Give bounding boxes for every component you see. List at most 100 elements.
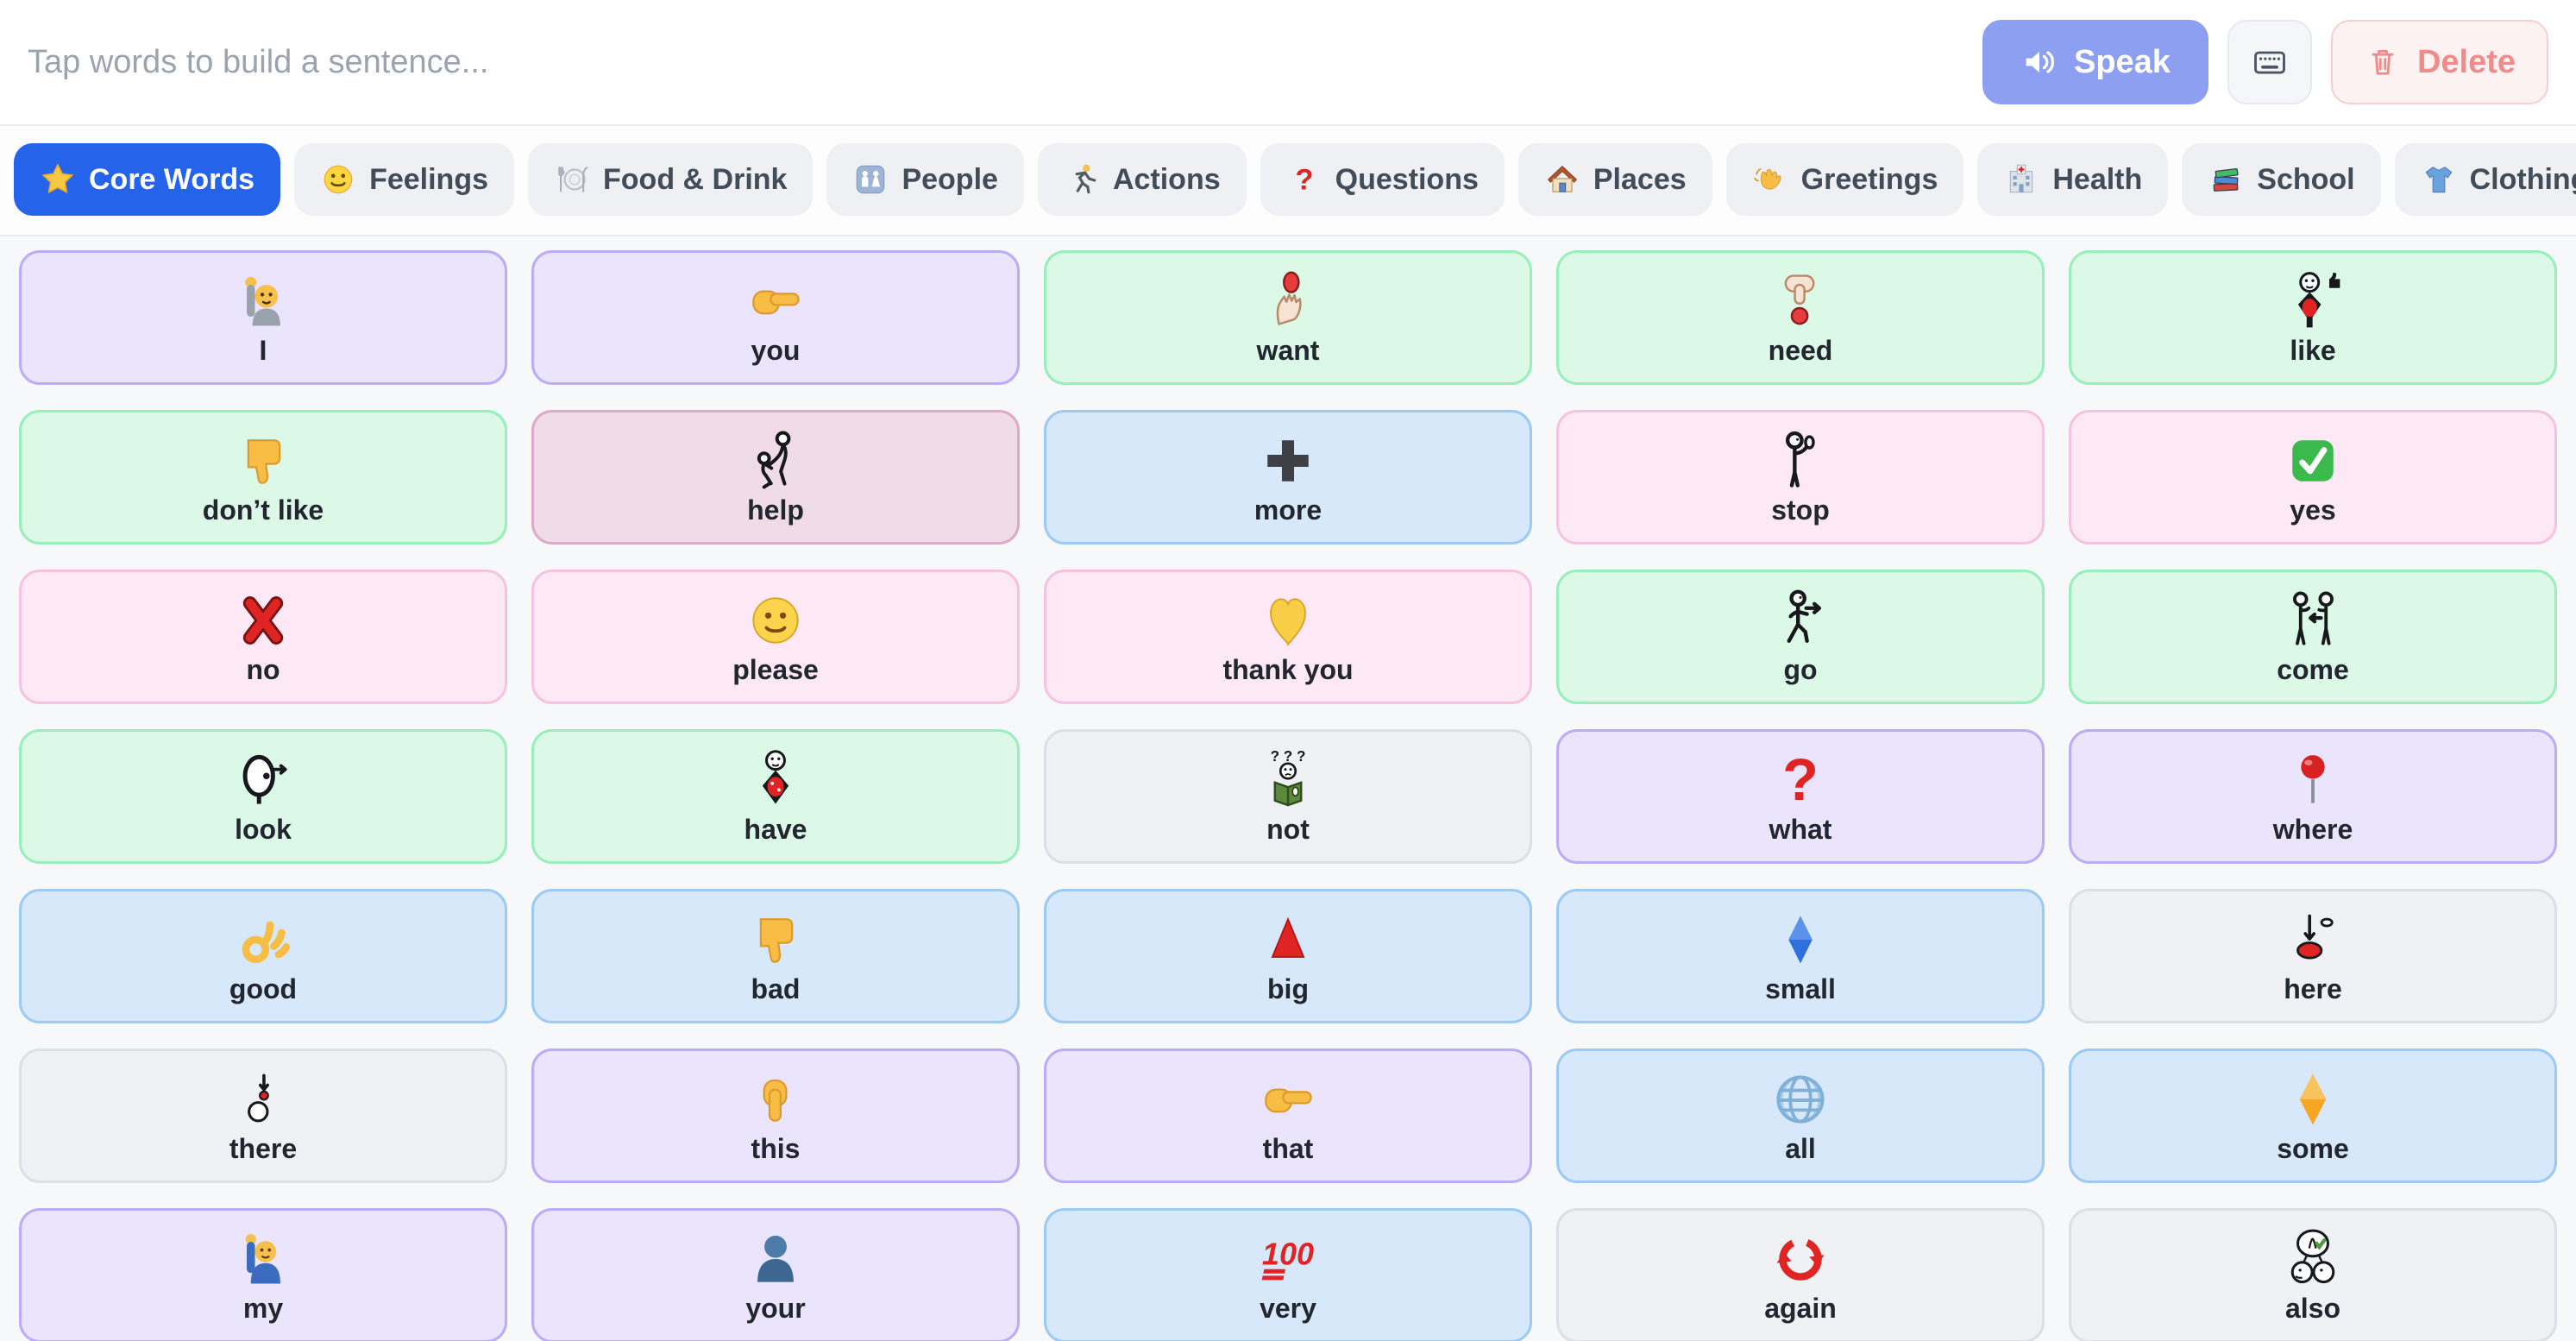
svg-text:?: ? bbox=[1295, 164, 1313, 197]
word-tile-go[interactable]: go bbox=[1556, 570, 2045, 704]
word-tile-not[interactable]: ? ? ? not bbox=[1044, 729, 1532, 864]
figure-have-icon bbox=[743, 747, 808, 813]
hand-reaching-icon bbox=[1255, 268, 1321, 334]
hospital-icon bbox=[2003, 161, 2039, 198]
tab-label: Clothing bbox=[2470, 163, 2576, 197]
word-tile-you[interactable]: you bbox=[531, 250, 1020, 385]
tab-actions[interactable]: Actions bbox=[1038, 143, 1247, 216]
word-label: thank you bbox=[1222, 655, 1353, 685]
word-label: not bbox=[1266, 815, 1310, 845]
word-tile-that[interactable]: that bbox=[1044, 1048, 1532, 1183]
eye-arrow-icon bbox=[230, 747, 296, 813]
tab-label: Places bbox=[1593, 163, 1687, 197]
sentence-input[interactable] bbox=[28, 44, 1963, 81]
word-tile-need[interactable]: need bbox=[1556, 250, 2045, 385]
pointing-right-icon bbox=[743, 268, 808, 334]
keyboard-icon bbox=[2251, 43, 2289, 81]
word-label: please bbox=[732, 655, 819, 685]
word-tile-more[interactable]: more bbox=[1044, 410, 1532, 545]
speaker-icon bbox=[2020, 43, 2058, 81]
tab-school[interactable]: School bbox=[2182, 143, 2380, 216]
word-tile-i[interactable]: I bbox=[19, 250, 507, 385]
arrow-to-spot-icon bbox=[2280, 907, 2346, 973]
tab-questions[interactable]: ? Questions bbox=[1260, 143, 1505, 216]
tab-label: Questions bbox=[1335, 163, 1479, 197]
tab-label: Greetings bbox=[1801, 163, 1938, 197]
pointing-down-icon bbox=[743, 1067, 808, 1132]
house-icon bbox=[1544, 161, 1580, 198]
word-tile-thank-you[interactable]: thank you bbox=[1044, 570, 1532, 704]
tab-label: Core Words bbox=[89, 163, 254, 197]
hand-point-dot-icon bbox=[1768, 268, 1833, 334]
tab-clothing[interactable]: Clothing bbox=[2395, 143, 2576, 216]
round-pushpin-icon bbox=[2280, 747, 2346, 813]
word-tile-like[interactable]: like bbox=[2069, 250, 2557, 385]
word-label: have bbox=[745, 815, 807, 845]
category-tabs: Core Words Feelings Food & Drink People … bbox=[0, 126, 2576, 236]
word-tile-also[interactable]: also bbox=[2069, 1208, 2557, 1341]
word-tile-this[interactable]: this bbox=[531, 1048, 1020, 1183]
word-label: go bbox=[1783, 655, 1817, 685]
word-tile-your[interactable]: your bbox=[531, 1208, 1020, 1341]
question-mark-icon: ? bbox=[1286, 161, 1323, 198]
tab-feelings[interactable]: Feelings bbox=[294, 143, 514, 216]
word-tile-what[interactable]: ? what bbox=[1556, 729, 2045, 864]
word-tile-my[interactable]: my bbox=[19, 1208, 507, 1341]
cross-mark-icon bbox=[230, 588, 296, 653]
figure-go-icon bbox=[1768, 588, 1833, 653]
globe-icon bbox=[1768, 1067, 1833, 1132]
word-label: where bbox=[2273, 815, 2353, 845]
thumbs-down-icon bbox=[743, 907, 808, 973]
word-tile-there[interactable]: there bbox=[19, 1048, 507, 1183]
tab-label: Actions bbox=[1113, 163, 1221, 197]
word-tile-some[interactable]: some bbox=[2069, 1048, 2557, 1183]
word-tile-please[interactable]: please bbox=[531, 570, 1020, 704]
word-tile-all[interactable]: all bbox=[1556, 1048, 2045, 1183]
word-tile-where[interactable]: where bbox=[2069, 729, 2557, 864]
word-tile-help[interactable]: help bbox=[531, 410, 1020, 545]
word-label: what bbox=[1769, 815, 1832, 845]
word-tile-very[interactable]: 100 very bbox=[1044, 1208, 1532, 1341]
waving-hand-icon bbox=[1752, 161, 1788, 198]
tab-places[interactable]: Places bbox=[1518, 143, 1712, 216]
check-mark-icon bbox=[2280, 428, 2346, 494]
word-tile-stop[interactable]: stop bbox=[1556, 410, 2045, 545]
word-tile-come[interactable]: come bbox=[2069, 570, 2557, 704]
word-label: come bbox=[2277, 655, 2349, 685]
svg-text:?: ? bbox=[1782, 747, 1819, 813]
word-label: very bbox=[1260, 1294, 1316, 1324]
sentence-toolbar: Speak Delete bbox=[0, 0, 2576, 126]
word-tile-here[interactable]: here bbox=[2069, 889, 2557, 1023]
star-icon bbox=[40, 161, 76, 198]
word-label: I bbox=[260, 336, 267, 366]
word-tile-bad[interactable]: bad bbox=[531, 889, 1020, 1023]
word-tile-again[interactable]: again bbox=[1556, 1208, 2045, 1341]
tab-label: Food & Drink bbox=[603, 163, 787, 197]
tab-core-words[interactable]: Core Words bbox=[14, 143, 280, 216]
tab-greetings[interactable]: Greetings bbox=[1726, 143, 1964, 216]
word-label: help bbox=[747, 495, 804, 526]
word-tile-small[interactable]: small bbox=[1556, 889, 2045, 1023]
word-tile-don-t-like[interactable]: don’t like bbox=[19, 410, 507, 545]
speak-button[interactable]: Speak bbox=[1982, 20, 2208, 104]
tab-food-drink[interactable]: Food & Drink bbox=[528, 143, 813, 216]
word-tile-look[interactable]: look bbox=[19, 729, 507, 864]
delete-button[interactable]: Delete bbox=[2331, 20, 2548, 104]
word-label: here bbox=[2284, 974, 2342, 1004]
word-tile-want[interactable]: want bbox=[1044, 250, 1532, 385]
word-tile-have[interactable]: have bbox=[531, 729, 1020, 864]
tab-people[interactable]: People bbox=[826, 143, 1023, 216]
person-raising-hand-blue-icon bbox=[230, 1226, 296, 1292]
word-label: your bbox=[745, 1294, 805, 1324]
word-label: no bbox=[246, 655, 280, 685]
tab-label: School bbox=[2257, 163, 2354, 197]
books-icon bbox=[2208, 161, 2244, 198]
word-tile-big[interactable]: big bbox=[1044, 889, 1532, 1023]
word-tile-yes[interactable]: yes bbox=[2069, 410, 2557, 545]
word-tile-good[interactable]: good bbox=[19, 889, 507, 1023]
tab-health[interactable]: Health bbox=[1977, 143, 2168, 216]
word-tile-no[interactable]: no bbox=[19, 570, 507, 704]
pointing-right-icon bbox=[1255, 1067, 1321, 1132]
keyboard-button[interactable] bbox=[2227, 20, 2312, 104]
delete-button-label: Delete bbox=[2417, 44, 2516, 81]
